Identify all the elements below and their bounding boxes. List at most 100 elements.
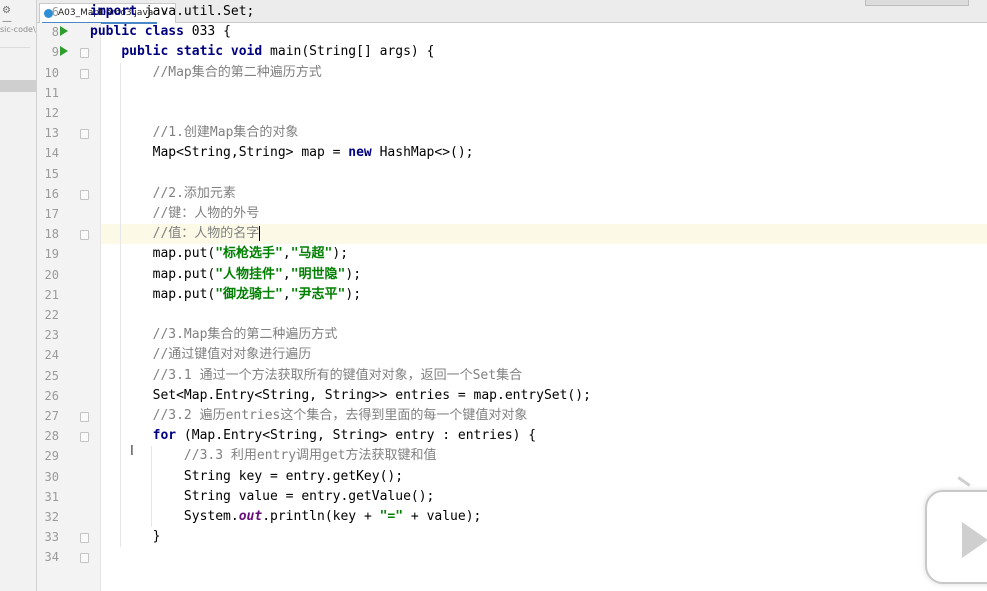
code-text: public class 033 { [90,24,231,40]
comment-token: //值：人物的名字 [152,226,260,242]
comment-token: //1.创建Map集合的对象 [152,125,299,141]
code-line[interactable]: 31 String value = entry.getValue(); [0,487,987,507]
code-line[interactable]: 16 //2.添加元素 [0,184,987,204]
fold-icon[interactable] [80,189,89,200]
line-number: 26 [44,388,59,403]
line-number: 8 [51,25,59,40]
comment-token: //Map集合的第二种遍历方式 [152,64,322,80]
line-number: 13 [44,126,59,141]
keyword-token: new [348,145,372,161]
indent-guide [120,62,121,548]
code-text: map.put("御龙骑士","尹志平"); [90,286,362,302]
keyword-token: void [230,44,263,60]
line-number: 30 [44,469,59,484]
code-line[interactable]: 17 //键：人物的外号 [0,204,987,224]
code-line[interactable]: 21 map.put("御龙骑士","尹志平"); [0,285,987,305]
code-line[interactable]: 15 [0,164,987,184]
code-line[interactable]: 13 //1.创建Map集合的对象 [0,123,987,143]
code-line[interactable]: 28 for (Map.Entry<String, String> entry … [0,426,987,446]
code-line[interactable]: 34 [0,547,987,567]
fold-icon[interactable] [80,48,89,59]
code-line[interactable]: 12 [0,103,987,123]
comment-token: //3.Map集合的第二种遍历方式 [152,327,338,343]
string-token: "人物挂件" [215,266,283,282]
code-text: Map<String,String> map = new HashMap<>()… [90,145,474,161]
code-text: import java.util.Set; [90,4,255,19]
line-number: 20 [44,267,59,282]
code-text: //值：人物的名字 [90,224,261,244]
keyword-token: for [152,428,177,444]
code-line[interactable]: 25 //3.1 通过一个方法获取所有的键值对对象，返回一个Set集合 [0,366,987,386]
fold-icon[interactable] [80,230,89,241]
code-text: //3.3 利用entry调用get方法获取键和值 [90,446,437,466]
code-text: //键：人物的外号 [90,204,260,224]
fold-icon[interactable] [80,553,89,564]
string-token: "御龙骑士" [215,286,283,302]
run-icon[interactable] [60,26,68,37]
run-icon[interactable] [60,46,68,57]
code-text: //3.Map集合的第二种遍历方式 [90,325,338,345]
code-line[interactable]: 14 Map<String,String> map = new HashMap<… [0,143,987,163]
code-text: //3.2 遍历entries这个集合，去得到里面的每一个键值对对象 [90,406,528,426]
code-line[interactable]: 9 public static void main(String[] args)… [0,42,987,62]
code-line[interactable]: 10 //Map集合的第二种遍历方式 [0,63,987,83]
play-icon[interactable] [962,522,987,558]
line-number: 15 [44,166,59,181]
code-text: String value = entry.getValue(); [90,488,435,504]
line-number: 23 [44,328,59,343]
string-token: "尹志平" [290,286,346,302]
line-number: 19 [44,247,59,262]
code-line[interactable]: 19 map.put("标枪选手","马超"); [0,244,987,264]
code-line[interactable]: 18 //值：人物的名字 [0,224,987,245]
code-line[interactable]: 6 import java.util.Set; [0,2,987,22]
code-line[interactable]: 22 [0,305,987,325]
fold-icon[interactable] [80,533,89,544]
string-token: "马超" [290,246,333,262]
code-line[interactable]: 26 Set<Map.Entry<String, String>> entrie… [0,386,987,406]
fold-icon[interactable] [80,129,89,140]
code-line[interactable]: 11 [0,83,987,103]
keyword-token: class [144,24,184,40]
code-text: } [90,529,161,545]
line-number: 16 [44,186,59,201]
code-line[interactable]: 33 } [0,527,987,547]
comment-token: //键：人物的外号 [152,206,260,221]
line-number: 6 [51,5,59,19]
line-number: 12 [44,106,59,120]
code-text: Set<Map.Entry<String, String>> entries =… [90,387,591,403]
line-number: 22 [44,308,59,322]
code-text: //通过键值对对象进行遍历 [90,345,312,365]
comment-token: //3.3 利用entry调用get方法获取键和值 [183,448,437,464]
code-line[interactable]: 29 //3.3 利用entry调用get方法获取键和值 [0,446,987,466]
line-number: 10 [44,65,59,80]
comment-token: //3.2 遍历entries这个集合，去得到里面的每一个键值对对象 [152,408,528,423]
fold-icon[interactable] [80,412,89,422]
line-number: 17 [44,207,59,221]
code-text: map.put("人物挂件","明世隐"); [90,266,362,282]
code-line[interactable]: 27 //3.2 遍历entries这个集合，去得到里面的每一个键值对对象 [0,406,987,426]
line-number: 31 [44,489,59,504]
code-line[interactable]: 30 String key = entry.getKey(); [0,467,987,487]
comment-token: //2.添加元素 [152,185,236,201]
static-field-token: out [238,509,263,524]
line-number: 24 [44,348,59,363]
line-number: 32 [44,510,59,524]
string-token: "明世隐" [290,266,346,282]
fold-icon[interactable] [80,68,89,79]
line-number: 11 [44,85,59,100]
floating-video-widget[interactable] [925,476,987,584]
line-number: 33 [44,530,59,545]
line-number: 18 [44,227,59,242]
code-line[interactable]: 20 map.put("人物挂件","明世隐"); [0,265,987,285]
line-number: 9 [51,45,59,60]
string-token: "标枪选手" [215,246,283,262]
code-line[interactable]: 32 System.out.println(key + "=" + value)… [0,507,987,527]
code-line[interactable]: 23 //3.Map集合的第二种遍历方式 [0,325,987,345]
code-line[interactable]: 24 //通过键值对对象进行遍历 [0,345,987,365]
code-text: String key = entry.getKey(); [90,468,404,484]
code-text: //Map集合的第二种遍历方式 [90,63,322,83]
fold-icon[interactable] [80,432,89,443]
line-number: 29 [44,449,59,464]
text-caret [259,226,261,242]
code-line[interactable]: 8 public class 033 { [0,22,987,42]
